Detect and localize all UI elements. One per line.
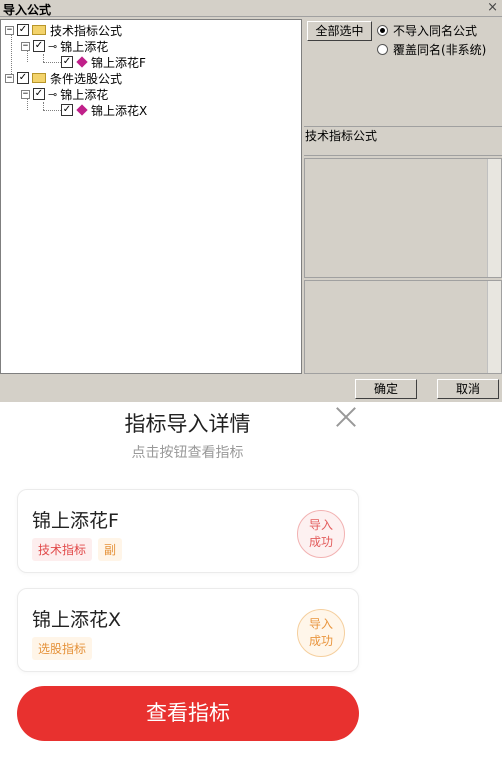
formula-gem-icon xyxy=(76,56,88,68)
tree-connector xyxy=(43,62,61,63)
indicator-tags: 选股指标 xyxy=(32,637,98,660)
select-all-button[interactable]: 全部选中 xyxy=(307,21,372,41)
indicator-tags: 技术指标 副 xyxy=(32,538,128,561)
formula-params-box[interactable] xyxy=(304,280,502,374)
tree-node-label: 锦上添花 xyxy=(60,39,109,54)
key-icon: ⊸ xyxy=(48,39,58,53)
cancel-button[interactable]: 取消 xyxy=(437,379,499,399)
tree-node-jinshang-f[interactable]: ✓ 锦上添花F xyxy=(61,54,146,70)
radio-unselected-icon[interactable] xyxy=(377,44,388,55)
import-success-stamp: 导入 成功 xyxy=(297,609,345,657)
radio-skip-duplicates[interactable]: 不导入同名公式 xyxy=(377,22,477,39)
dialog-title: 导入公式 xyxy=(3,3,52,17)
collapse-icon[interactable]: − xyxy=(5,25,14,35)
stamp-line: 导入 xyxy=(308,518,333,532)
formula-description-box[interactable] xyxy=(304,158,502,278)
close-icon[interactable] xyxy=(334,404,358,428)
radio-label: 不导入同名公式 xyxy=(393,24,478,38)
key-icon: ⊸ xyxy=(48,87,58,101)
modal-title: 指标导入详情 xyxy=(124,412,251,436)
checkbox[interactable]: ✓ xyxy=(33,88,45,100)
folder-icon xyxy=(32,25,46,35)
tree-node-label: 技术指标公式 xyxy=(50,23,123,38)
tree-node-label: 锦上添花 xyxy=(60,87,109,102)
checkbox[interactable]: ✓ xyxy=(61,104,73,116)
tag-type: 技术指标 xyxy=(32,538,93,561)
radio-selected-icon[interactable] xyxy=(377,25,388,36)
dialog-titlebar: 导入公式 × xyxy=(0,0,502,17)
dialog-close-icon[interactable]: × xyxy=(487,0,498,15)
checkbox[interactable]: ✓ xyxy=(61,56,73,68)
tree-node-screener-formulas[interactable]: − ✓ 条件选股公式 xyxy=(5,70,122,86)
checkbox[interactable]: ✓ xyxy=(17,24,29,36)
tree-node-label: 锦上添花F xyxy=(91,55,146,70)
checkbox[interactable]: ✓ xyxy=(33,40,45,52)
tree-node-jinshang-group-2[interactable]: − ✓ ⊸ 锦上添花 xyxy=(21,86,108,102)
tree-connector xyxy=(43,54,44,62)
import-details-modal: 指标导入详情 点击按钮查看指标 锦上添花F 技术指标 副 导入 成功 锦上添花X… xyxy=(0,402,375,757)
tree-connector xyxy=(43,102,44,110)
indicator-card[interactable]: 锦上添花X 选股指标 导入 成功 xyxy=(17,588,359,672)
stamp-line: 成功 xyxy=(308,535,333,549)
import-success-stamp: 导入 成功 xyxy=(297,510,345,558)
formula-info-label: 技术指标公式 xyxy=(304,126,502,156)
modal-subtitle: 点击按钮查看指标 xyxy=(131,445,244,461)
collapse-icon[interactable]: − xyxy=(5,73,14,83)
scrollbar[interactable] xyxy=(487,281,501,373)
ok-button[interactable]: 确定 xyxy=(355,379,417,399)
indicator-name: 锦上添花X xyxy=(32,609,122,631)
collapse-icon[interactable]: − xyxy=(21,89,30,99)
tree-node-label: 条件选股公式 xyxy=(50,71,123,86)
tag-type: 选股指标 xyxy=(32,637,93,660)
radio-label: 覆盖同名(非系统) xyxy=(393,43,487,57)
stamp-line: 成功 xyxy=(308,634,333,648)
scrollbar[interactable] xyxy=(487,159,501,277)
formula-tree: − ✓ 技术指标公式 − ✓ ⊸ 锦上添花 ✓ 锦上添花F − ✓ 条件选股公式… xyxy=(0,19,302,374)
blank-area xyxy=(375,402,502,757)
radio-overwrite-duplicates[interactable]: 覆盖同名(非系统) xyxy=(377,41,486,58)
collapse-icon[interactable]: − xyxy=(21,41,30,51)
checkbox[interactable]: ✓ xyxy=(17,72,29,84)
tree-node-jinshang-x[interactable]: ✓ 锦上添花X xyxy=(61,102,147,118)
tree-node-jinshang-group[interactable]: − ✓ ⊸ 锦上添花 xyxy=(21,38,108,54)
stamp-line: 导入 xyxy=(308,617,333,631)
view-indicator-button[interactable]: 查看指标 xyxy=(17,686,359,741)
tree-node-label: 锦上添花X xyxy=(91,103,148,118)
import-formula-dialog: 导入公式 × − ✓ 技术指标公式 − ✓ ⊸ 锦上添花 ✓ 锦上添花F − ✓… xyxy=(0,0,502,402)
tree-connector xyxy=(43,110,61,111)
tree-node-tech-formulas[interactable]: − ✓ 技术指标公式 xyxy=(5,22,122,38)
indicator-card[interactable]: 锦上添花F 技术指标 副 导入 成功 xyxy=(17,489,359,573)
formula-gem-icon xyxy=(76,104,88,116)
indicator-name: 锦上添花F xyxy=(32,510,119,532)
folder-icon xyxy=(32,73,46,83)
tag-subchart: 副 xyxy=(98,538,123,561)
